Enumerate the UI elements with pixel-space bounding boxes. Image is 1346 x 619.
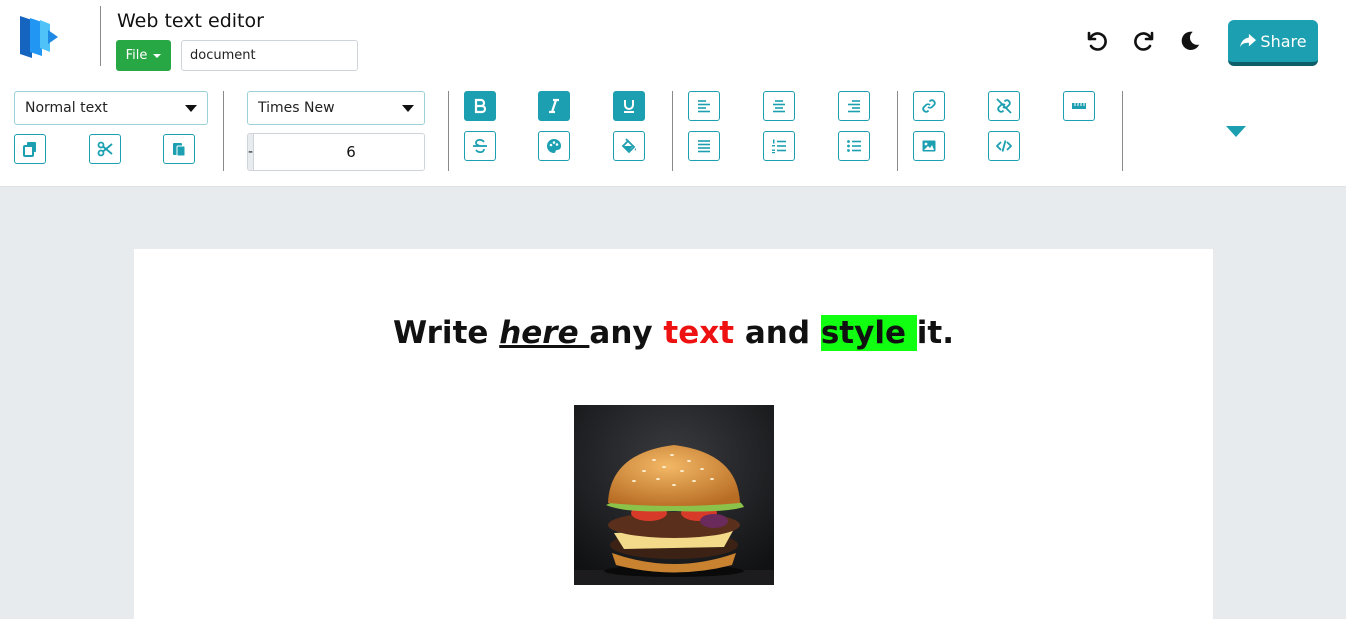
share-button[interactable]: Share (1228, 20, 1318, 66)
document-name-input[interactable] (181, 40, 358, 71)
insert-code-button[interactable] (988, 131, 1020, 161)
scissors-icon (97, 141, 113, 157)
unlink-icon (996, 98, 1012, 114)
toolbar-expand-icon[interactable] (1226, 126, 1246, 137)
font-size-stepper: - + (247, 133, 425, 171)
document-heading[interactable]: Write here any text and style it. (134, 315, 1213, 351)
toolbar-divider (1122, 91, 1123, 171)
align-center-button[interactable] (763, 91, 795, 121)
bullet-list-icon (847, 140, 861, 152)
burger-image[interactable] (574, 405, 774, 585)
align-right-icon (848, 100, 860, 113)
header-divider (100, 6, 101, 66)
code-icon (996, 140, 1012, 152)
editor-header: Web text editor File Share Normal text (0, 0, 1346, 187)
file-menu-button[interactable]: File (116, 40, 171, 71)
copy-icon (23, 142, 36, 157)
bold-button[interactable] (464, 91, 496, 121)
toolbar-divider (672, 91, 673, 171)
share-icon (1240, 33, 1257, 48)
ruler-icon (1072, 103, 1086, 109)
italic-icon (549, 98, 559, 114)
heading-run-italic-underline: here (499, 315, 590, 351)
highlight-color-button[interactable] (613, 131, 645, 161)
block-style-select[interactable]: Normal text (14, 91, 208, 125)
text-color-button[interactable] (538, 131, 570, 161)
remove-link-button[interactable] (988, 91, 1020, 121)
redo-button[interactable] (1131, 28, 1157, 54)
align-left-button[interactable] (688, 91, 720, 121)
undo-icon (1087, 31, 1107, 51)
heading-run-normal: Write (393, 315, 500, 351)
heading-run-highlight: style (820, 315, 917, 351)
share-label: Share (1260, 31, 1307, 51)
toolbar-divider (448, 91, 449, 171)
block-style-value: Normal text (25, 100, 108, 116)
bold-icon (474, 98, 487, 114)
strikethrough-button[interactable] (464, 131, 496, 161)
insert-image-button[interactable] (913, 131, 945, 161)
underline-button[interactable] (613, 91, 645, 121)
ordered-list-icon (772, 139, 786, 154)
caret-down-icon (185, 104, 197, 112)
image-icon (922, 140, 936, 152)
redo-icon (1134, 31, 1154, 51)
cut-button[interactable] (89, 134, 121, 164)
strikethrough-icon (473, 138, 487, 154)
caret-down-icon (402, 104, 414, 112)
align-center-icon (773, 100, 785, 113)
font-family-value: Times New (258, 100, 335, 116)
link-icon (922, 99, 936, 113)
insert-link-button[interactable] (913, 91, 945, 121)
caret-down-icon (153, 53, 162, 58)
ordered-list-button[interactable] (763, 131, 795, 161)
document-page[interactable]: Write here any text and style it. (134, 249, 1213, 619)
heading-run-normal: it. (916, 315, 954, 351)
file-menu-label: File (125, 48, 148, 63)
toolbar-divider (223, 91, 224, 171)
paste-button[interactable] (163, 134, 195, 164)
italic-button[interactable] (538, 91, 570, 121)
app-title: Web text editor (117, 10, 264, 32)
underline-icon (624, 100, 634, 113)
font-family-select[interactable]: Times New (247, 91, 425, 125)
font-size-input[interactable] (253, 134, 424, 170)
copy-button[interactable] (14, 134, 46, 164)
align-justify-button[interactable] (688, 131, 720, 161)
palette-icon (547, 139, 561, 153)
toolbar-divider (897, 91, 898, 171)
align-right-button[interactable] (838, 91, 870, 121)
heading-run-normal: and (734, 315, 821, 351)
horizontal-rule-button[interactable] (1063, 91, 1095, 121)
moon-icon (1181, 31, 1200, 50)
app-logo (20, 16, 58, 58)
theme-toggle-button[interactable] (1177, 28, 1203, 54)
heading-run-normal: any (589, 315, 664, 351)
paste-icon (173, 143, 186, 157)
undo-button[interactable] (1084, 28, 1110, 54)
bullet-list-button[interactable] (838, 131, 870, 161)
align-justify-icon (698, 140, 710, 153)
heading-run-red: text (663, 315, 735, 351)
align-left-icon (698, 100, 710, 113)
paint-bucket-icon (621, 138, 636, 154)
